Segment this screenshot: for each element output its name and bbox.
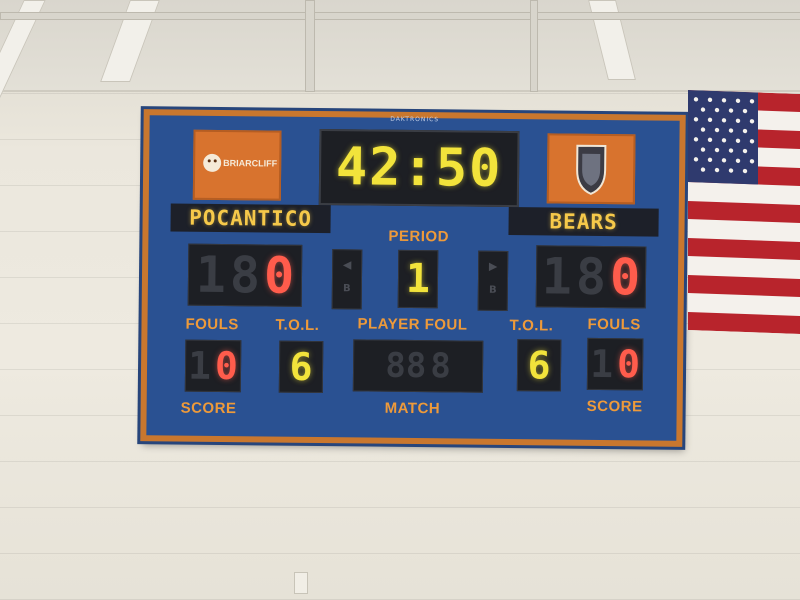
period-label: PERIOD [388, 227, 450, 246]
crest-shield-icon [576, 144, 607, 195]
home-tol-display: 6 [278, 340, 324, 394]
briarcliff-logo: BRIARCLIFF [192, 129, 282, 201]
away-score-display: 1 8 0 [535, 245, 647, 309]
ceiling-pipe [530, 0, 538, 92]
home-bonus-label: B [343, 283, 351, 295]
home-fouls-label: FOULS [185, 315, 239, 334]
away-score-label: SCORE [586, 397, 643, 416]
brand-label: DAKTRONICS [390, 115, 440, 124]
player-number-unlit: 88 [385, 345, 427, 387]
home-score-display: 1 8 0 [187, 243, 303, 307]
arrow-left-icon: ◀ [342, 258, 352, 272]
away-bonus-label: B [489, 284, 497, 296]
arrow-right-icon: ▶ [488, 259, 498, 273]
home-possession-indicator: ◀ B [331, 249, 363, 310]
home-score-tens-unlit: 1 [195, 245, 227, 305]
logo-wordmark: BRIARCLIFF [223, 158, 278, 169]
period-number: 1 [405, 255, 431, 303]
flag-canton [688, 90, 758, 185]
away-fouls: 0 [616, 342, 641, 387]
wall-outlet [294, 572, 308, 594]
away-fouls-tens-unlit: 1 [589, 341, 614, 387]
away-score-tens-unlit: 1 [541, 247, 573, 306]
away-score: 0 [609, 248, 641, 307]
home-score-label: SCORE [180, 399, 237, 418]
away-fouls-label: FOULS [587, 315, 641, 334]
ceiling-pipe [305, 0, 315, 92]
away-tol: 6 [527, 343, 551, 388]
away-tol-label: T.O.L. [509, 317, 554, 335]
home-team-name: POCANTICO [189, 205, 313, 231]
match-label: MATCH [384, 399, 441, 418]
player-foul-count-unlit: 8 [430, 346, 452, 387]
player-foul-label: PLAYER FOUL [357, 315, 468, 334]
away-team-name: BEARS [549, 209, 618, 235]
clock-digits: 42:50 [335, 137, 503, 199]
home-score: 0 [263, 246, 295, 305]
home-score-unlit: 8 [229, 246, 261, 305]
home-fouls-display: 1 0 [184, 339, 242, 393]
home-team-panel: POCANTICO [170, 203, 331, 234]
away-possession-indicator: ▶ B [477, 250, 509, 311]
away-score-unlit: 8 [575, 247, 607, 307]
gym-ceiling [0, 0, 800, 102]
home-tol: 6 [289, 344, 313, 389]
crest-logo [546, 133, 636, 205]
home-fouls-tens-unlit: 1 [187, 343, 212, 388]
home-tol-label: T.O.L. [275, 316, 320, 335]
scoreboard: DAKTRONICS BRIARCLIFF 42:50 POCANTICO BE… [140, 109, 686, 447]
ceiling-pipe [0, 12, 800, 20]
away-fouls-display: 1 0 [586, 337, 644, 391]
away-tol-display: 6 [516, 339, 562, 392]
period-display: 1 [397, 249, 439, 309]
home-fouls: 0 [214, 343, 239, 389]
away-team-panel: BEARS [508, 206, 659, 237]
bear-mascot-icon [203, 153, 222, 172]
game-clock: 42:50 [318, 129, 520, 208]
american-flag [688, 90, 800, 334]
player-foul-display: 88 8 [352, 339, 484, 393]
